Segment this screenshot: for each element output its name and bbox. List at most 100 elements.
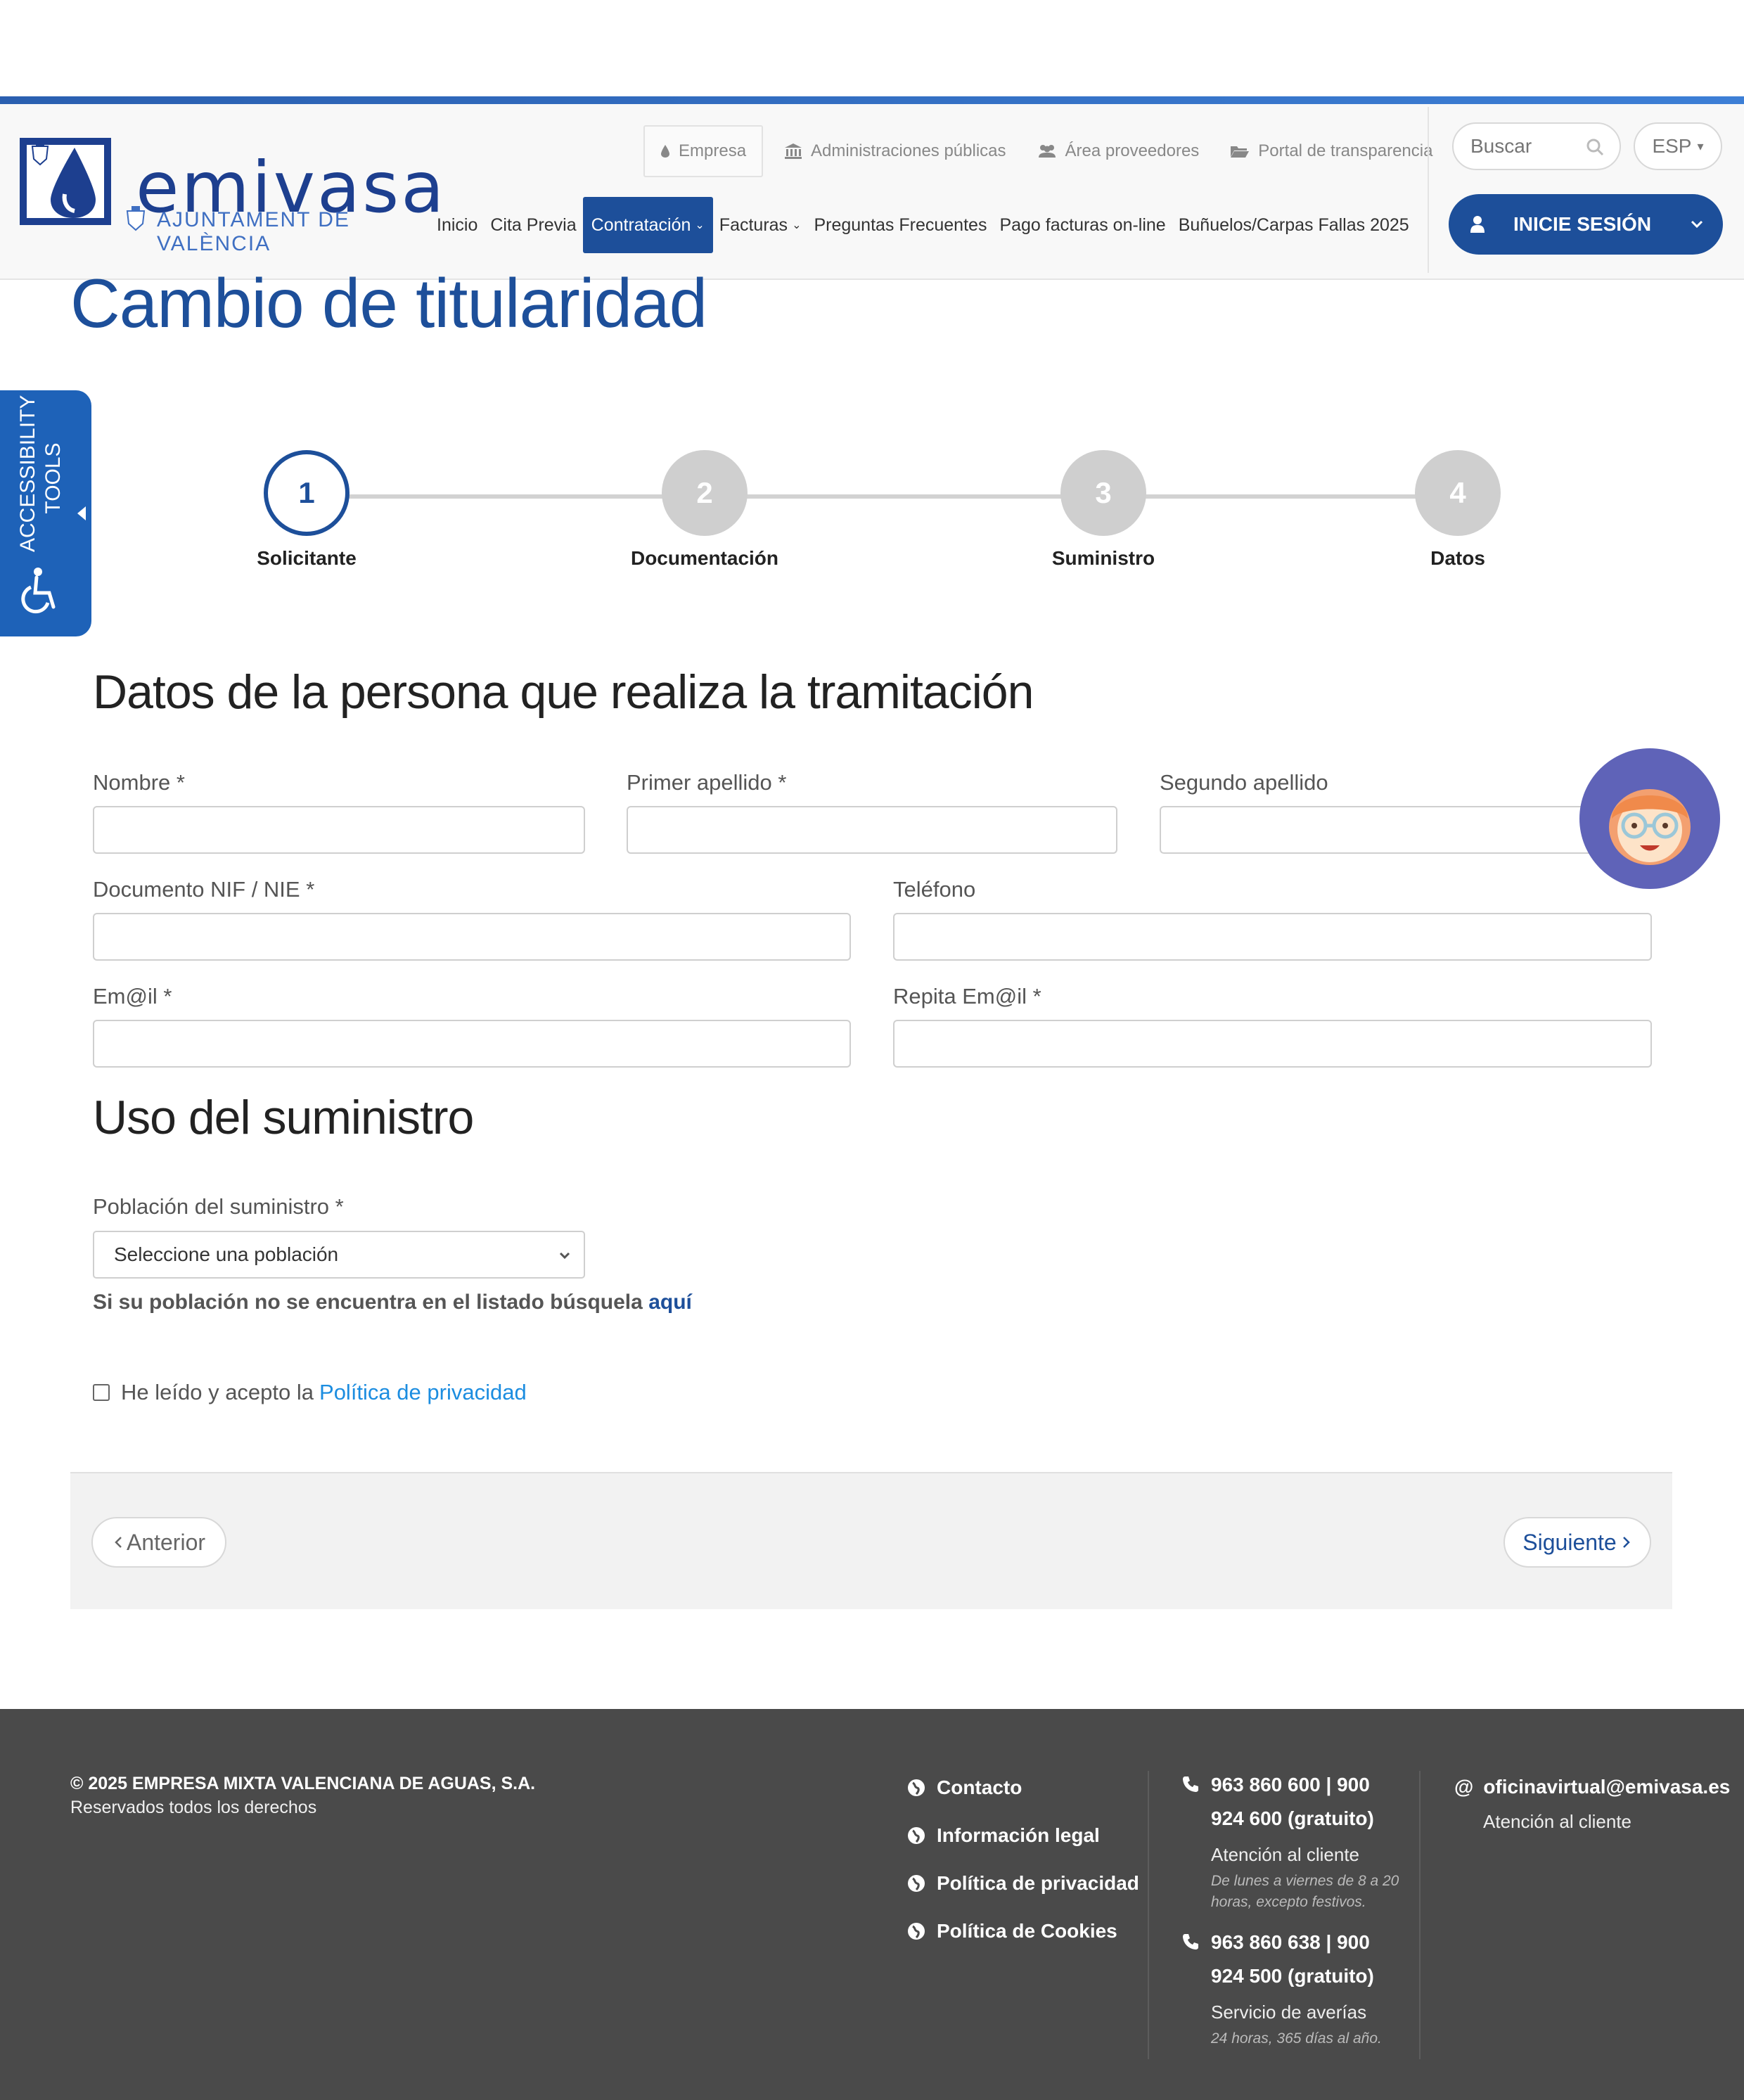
documento-input[interactable] bbox=[93, 913, 851, 961]
nav-transparencia[interactable]: Portal de transparencia bbox=[1214, 125, 1448, 177]
nav-proveedores[interactable]: Área proveedores bbox=[1022, 125, 1215, 177]
footer-link-privacidad[interactable]: Política de privacidad bbox=[907, 1872, 1139, 1895]
privacy-checkbox[interactable] bbox=[93, 1384, 110, 1401]
phone-1-note: De lunes a viernes de 8 a 20 horas, exce… bbox=[1211, 1873, 1399, 1910]
chevron-right-icon bbox=[1622, 1537, 1630, 1548]
footer-link-cookies-label: Política de Cookies bbox=[937, 1920, 1117, 1942]
top-accent-bar bbox=[0, 96, 1744, 104]
chevron-down-icon bbox=[1691, 220, 1703, 229]
search-input[interactable] bbox=[1470, 135, 1576, 158]
footer-rights: Reservados todos los derechos bbox=[70, 1798, 317, 1817]
step-4[interactable]: 4 bbox=[1415, 450, 1501, 536]
site-footer: © 2025 EMPRESA MIXTA VALENCIANA DE AGUAS… bbox=[0, 1709, 1744, 2100]
footer-link-contacto-label: Contacto bbox=[937, 1776, 1022, 1798]
section-title-uso: Uso del suministro bbox=[93, 1091, 474, 1144]
nav-empresa[interactable]: Empresa bbox=[643, 125, 764, 177]
wheelchair-icon bbox=[21, 568, 56, 614]
emivasa-logo[interactable]: emivasa AJUNTAMENT DE VALÈNCIA bbox=[20, 138, 444, 255]
step-1[interactable]: 1 bbox=[264, 450, 350, 536]
footer-link-legal-label: Información legal bbox=[937, 1824, 1100, 1846]
nav-inicio-label: Inicio bbox=[437, 215, 478, 235]
nav-pago-facturas[interactable]: Pago facturas on-line bbox=[993, 197, 1172, 253]
next-label: Siguiente bbox=[1522, 1529, 1617, 1555]
assistant-avatar[interactable] bbox=[1579, 748, 1720, 889]
segundo-apellido-input[interactable] bbox=[1160, 806, 1652, 854]
crest-icon bbox=[31, 142, 49, 166]
secondary-nav: Empresa Administraciones públicas Área p… bbox=[643, 125, 1448, 177]
telefono-input[interactable] bbox=[893, 913, 1652, 961]
previous-button[interactable]: Anterior bbox=[91, 1517, 226, 1568]
privacy-consent: He leído y acepto la Política de privaci… bbox=[93, 1380, 527, 1405]
nav-contratacion[interactable]: Contratación ⌄ bbox=[582, 197, 713, 253]
footer-email[interactable]: @ oficinavirtual@emivasa.es bbox=[1454, 1776, 1730, 1798]
poblacion-hint-link[interactable]: aquí bbox=[648, 1291, 692, 1314]
search-box[interactable] bbox=[1452, 122, 1621, 170]
accessibility-line2: TOOLS bbox=[41, 442, 65, 514]
poblacion-hint-text: Si su población no se encuentra en el li… bbox=[93, 1291, 643, 1314]
user-icon bbox=[1470, 216, 1485, 233]
footer-phone-averias[interactable]: 963 860 638 | 900 924 500 (gratuito) bbox=[1181, 1926, 1374, 1993]
wizard-navigation: Anterior Siguiente bbox=[70, 1472, 1672, 1609]
footer-copyright: © 2025 EMPRESA MIXTA VALENCIANA DE AGUAS… bbox=[70, 1774, 536, 1793]
nav-bunuelos[interactable]: Buñuelos/Carpas Fallas 2025 bbox=[1172, 197, 1416, 253]
nav-transparencia-label: Portal de transparencia bbox=[1258, 141, 1433, 160]
chevron-down-icon: ⌄ bbox=[792, 219, 802, 231]
accessibility-tools-tab[interactable]: ACCESSIBILITY TOOLS bbox=[0, 390, 91, 636]
step-4-label: Datos bbox=[1430, 547, 1485, 569]
nav-cita-previa[interactable]: Cita Previa bbox=[484, 197, 582, 253]
assistant-face-icon bbox=[1609, 789, 1691, 865]
step-3-label: Suministro bbox=[1051, 547, 1155, 569]
previous-label: Anterior bbox=[126, 1529, 206, 1555]
next-button[interactable]: Siguiente bbox=[1503, 1517, 1651, 1568]
footer-phone-atencion[interactable]: 963 860 600 | 900 924 600 (gratuito) bbox=[1181, 1768, 1374, 1836]
institution-icon bbox=[785, 143, 802, 159]
logo-subtitle: AJUNTAMENT DE VALÈNCIA bbox=[157, 208, 350, 255]
footer-email-desc: Atención al cliente bbox=[1483, 1811, 1632, 1832]
nav-preguntas[interactable]: Preguntas Frecuentes bbox=[807, 197, 993, 253]
footer-divider bbox=[1419, 1771, 1421, 2059]
page-title: Cambio de titularidad bbox=[70, 264, 707, 342]
phone-2-line1: 963 860 638 | 900 bbox=[1211, 1931, 1370, 1953]
nav-facturas[interactable]: Facturas ⌄ bbox=[713, 197, 808, 253]
phone-2-note: 24 horas, 365 días al año. bbox=[1211, 2030, 1382, 2047]
login-button[interactable]: INICIE SESIÓN bbox=[1449, 194, 1723, 255]
site-header: emivasa AJUNTAMENT DE VALÈNCIA Empresa A… bbox=[0, 104, 1744, 280]
footer-link-cookies[interactable]: Política de Cookies bbox=[907, 1920, 1117, 1942]
search-icon[interactable] bbox=[1586, 138, 1604, 156]
phone-1-line1: 963 860 600 | 900 bbox=[1211, 1774, 1370, 1795]
email-input[interactable] bbox=[93, 1020, 851, 1068]
poblacion-select[interactable]: Seleccione una población bbox=[93, 1231, 585, 1279]
nav-pago-facturas-label: Pago facturas on-line bbox=[999, 215, 1166, 235]
chevron-left-icon bbox=[115, 1537, 122, 1548]
privacy-text: He leído y acepto la bbox=[121, 1380, 314, 1404]
step-1-label: Solicitante bbox=[257, 547, 357, 569]
nav-administraciones[interactable]: Administraciones públicas bbox=[769, 125, 1021, 177]
primer-apellido-input[interactable] bbox=[627, 806, 1117, 854]
nav-contratacion-label: Contratación bbox=[591, 215, 691, 235]
poblacion-label: Población del suministro * bbox=[93, 1194, 344, 1219]
accessibility-line1: ACCESSIBILITY bbox=[16, 395, 39, 552]
nombre-input[interactable] bbox=[93, 806, 585, 854]
chevron-down-icon bbox=[559, 1252, 570, 1260]
phone-2-desc: Servicio de averías bbox=[1211, 2002, 1367, 2023]
nav-empresa-label: Empresa bbox=[679, 141, 747, 160]
email-label: Em@il * bbox=[93, 984, 172, 1009]
language-selector[interactable]: ESP ▾ bbox=[1634, 122, 1722, 170]
nav-proveedores-label: Área proveedores bbox=[1065, 141, 1200, 160]
main-nav: Inicio Cita Previa Contratación ⌄ Factura… bbox=[430, 197, 1416, 253]
nav-inicio[interactable]: Inicio bbox=[430, 197, 484, 253]
users-icon bbox=[1038, 145, 1056, 158]
footer-link-legal[interactable]: Información legal bbox=[907, 1824, 1100, 1847]
privacy-policy-link[interactable]: Política de privacidad bbox=[319, 1380, 527, 1405]
nav-bunuelos-label: Buñuelos/Carpas Fallas 2025 bbox=[1178, 215, 1409, 235]
accessibility-label: ACCESSIBILITY TOOLS bbox=[15, 395, 66, 552]
phone-2-line2: 924 500 (gratuito) bbox=[1211, 1965, 1374, 1987]
footer-link-contacto[interactable]: Contacto bbox=[907, 1776, 1022, 1799]
repita-email-input[interactable] bbox=[893, 1020, 1652, 1068]
chevron-down-icon: ⌄ bbox=[695, 219, 705, 231]
nombre-label: Nombre * bbox=[93, 770, 185, 795]
steps-progress-line bbox=[306, 494, 1459, 499]
step-2[interactable]: 2 bbox=[662, 450, 748, 536]
step-3[interactable]: 3 bbox=[1060, 450, 1146, 536]
poblacion-selected-value: Seleccione una población bbox=[114, 1243, 339, 1265]
